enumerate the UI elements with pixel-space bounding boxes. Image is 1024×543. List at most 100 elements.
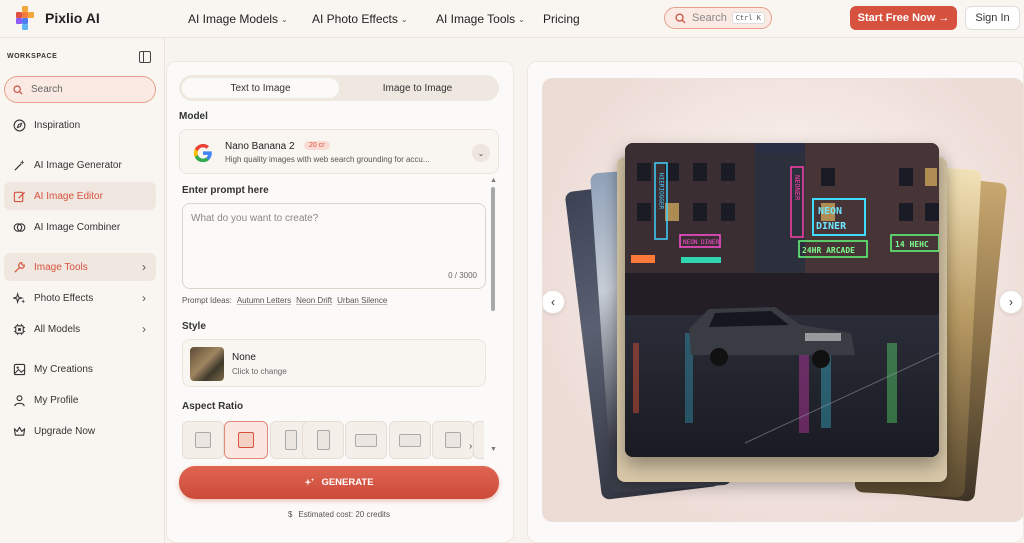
image-icon bbox=[12, 362, 26, 376]
prompt-placeholder: What do you want to create? bbox=[191, 213, 319, 224]
neon-sign: 14 HEHC bbox=[895, 240, 929, 249]
prompt-ideas-label: Prompt Ideas: bbox=[182, 296, 232, 305]
chip-icon bbox=[12, 322, 26, 336]
sidebar-item-label: My Profile bbox=[34, 394, 79, 406]
panel-scrollbar[interactable]: ▲ ▼ bbox=[490, 177, 497, 453]
sidebar-item-ai-image-combiner[interactable]: AI Image Combiner bbox=[4, 213, 156, 241]
svg-text:NEON: NEON bbox=[818, 206, 842, 217]
scroll-thumb[interactable] bbox=[491, 187, 495, 311]
prompt-textarea[interactable]: What do you want to create? 0 / 3000 bbox=[182, 203, 486, 289]
sidebar-item-label: All Models bbox=[34, 323, 81, 335]
style-selector[interactable]: None Click to change bbox=[182, 339, 486, 387]
estimated-cost: $ Estimated cost: 20 credits bbox=[179, 510, 499, 519]
generate-button[interactable]: GENERATE bbox=[179, 466, 499, 499]
style-thumbnail bbox=[190, 347, 224, 381]
svg-text:NEON DINER: NEON DINER bbox=[683, 239, 720, 246]
brand-logo[interactable]: Pixlio AI bbox=[16, 6, 100, 30]
workspace-label: WORKSPACE bbox=[7, 53, 58, 60]
sidebar-item-label: My Creations bbox=[34, 363, 93, 375]
character-count: 0 / 3000 bbox=[448, 271, 477, 280]
nav-ai-photo-effects[interactable]: AI Photo Effects ⌄ bbox=[312, 12, 408, 26]
credit-badge: 20 cr bbox=[304, 141, 330, 150]
search-icon bbox=[13, 84, 23, 95]
carousel-prev-button[interactable]: ‹ bbox=[543, 290, 565, 314]
chevron-right-icon: › bbox=[142, 260, 146, 274]
search-placeholder: Search bbox=[692, 12, 727, 24]
sparkle-icon bbox=[12, 291, 26, 305]
sidebar-item-ai-image-editor[interactable]: AI Image Editor bbox=[4, 182, 156, 210]
chevron-down-icon[interactable]: ⌄ bbox=[472, 144, 490, 162]
aspect-option[interactable] bbox=[302, 421, 344, 459]
sidebar-item-ai-image-generator[interactable]: AI Image Generator bbox=[4, 151, 156, 179]
search-shortcut: Ctrl K bbox=[731, 12, 765, 24]
sidebar-item-label: AI Image Editor bbox=[34, 190, 103, 202]
top-search-input[interactable]: Search Ctrl K bbox=[664, 7, 772, 29]
carousel-next-button[interactable]: › bbox=[999, 290, 1023, 314]
prompt-label: Enter prompt here bbox=[182, 185, 269, 196]
svg-text:DINER: DINER bbox=[816, 221, 847, 232]
nav-label: Pricing bbox=[543, 12, 580, 26]
user-icon bbox=[12, 393, 26, 407]
sidebar-item-my-creations[interactable]: My Creations bbox=[4, 355, 156, 383]
prompt-idea-chip[interactable]: Neon Drift bbox=[296, 296, 332, 305]
combine-icon bbox=[12, 220, 26, 234]
aspect-option[interactable] bbox=[389, 421, 431, 459]
model-description: High quality images with web search grou… bbox=[225, 155, 430, 164]
aspect-option[interactable] bbox=[345, 421, 387, 459]
model-selector[interactable]: Nano Banana 2 20 cr High quality images … bbox=[179, 129, 499, 174]
chevron-right-icon: › bbox=[142, 322, 146, 336]
aspect-option[interactable] bbox=[473, 421, 484, 459]
style-hint: Click to change bbox=[232, 367, 287, 376]
chevron-right-icon[interactable]: › bbox=[469, 441, 472, 452]
chevron-down-icon: ⌄ bbox=[518, 14, 525, 24]
aspect-option[interactable] bbox=[182, 421, 224, 459]
tab-text-to-image[interactable]: Text to Image bbox=[182, 78, 339, 98]
scroll-up-icon[interactable]: ▲ bbox=[490, 177, 497, 184]
style-name: None bbox=[232, 352, 256, 363]
prompt-ideas: Prompt Ideas: Autumn Letters Neon Drift … bbox=[182, 296, 387, 305]
nav-ai-image-tools[interactable]: AI Image Tools ⌄ bbox=[436, 12, 525, 26]
nav-pricing[interactable]: Pricing bbox=[543, 12, 580, 26]
aspect-option-selected[interactable] bbox=[224, 421, 268, 459]
sidebar-item-my-profile[interactable]: My Profile bbox=[4, 386, 156, 414]
sidebar-item-upgrade-now[interactable]: Upgrade Now bbox=[4, 417, 156, 445]
sidebar: WORKSPACE Search Inspiration AI Image Ge… bbox=[0, 38, 165, 543]
sidebar-item-image-tools[interactable]: Image Tools › bbox=[4, 253, 156, 281]
compass-icon bbox=[12, 118, 26, 132]
chevron-left-icon: ‹ bbox=[551, 295, 555, 309]
start-free-button[interactable]: Start Free Now → bbox=[850, 6, 957, 30]
tab-image-to-image[interactable]: Image to Image bbox=[339, 78, 496, 98]
aspect-ratio-options bbox=[182, 420, 484, 460]
cost-label: Estimated cost: 20 credits bbox=[298, 510, 391, 519]
nav-label: AI Photo Effects bbox=[312, 12, 398, 26]
top-navigation-bar: Pixlio AI AI Image Models ⌄ AI Photo Eff… bbox=[0, 0, 1024, 38]
prompt-idea-chip[interactable]: Urban Silence bbox=[337, 296, 387, 305]
showcase-card-main[interactable]: HIERIOGGER NEON DINER NEONER NEON DINER … bbox=[625, 143, 939, 457]
prompt-idea-chip[interactable]: Autumn Letters bbox=[237, 296, 291, 305]
sidebar-item-label: Photo Effects bbox=[34, 292, 94, 304]
model-name: Nano Banana 2 bbox=[225, 141, 295, 152]
scroll-down-icon[interactable]: ▼ bbox=[490, 446, 497, 453]
sidebar-search-input[interactable]: Search bbox=[4, 76, 156, 103]
aspect-option[interactable] bbox=[432, 421, 474, 459]
crown-icon bbox=[12, 424, 26, 438]
edit-icon bbox=[12, 189, 26, 203]
collapse-sidebar-icon[interactable] bbox=[139, 51, 151, 63]
magic-wand-icon bbox=[12, 158, 26, 172]
nav-ai-image-models[interactable]: AI Image Models ⌄ bbox=[188, 12, 288, 26]
sidebar-item-inspiration[interactable]: Inspiration bbox=[4, 111, 156, 139]
wrench-icon bbox=[12, 260, 26, 274]
style-label: Style bbox=[182, 321, 206, 332]
search-icon bbox=[675, 12, 686, 24]
preview-showcase: HIERIOGGER NEON DINER NEONER NEON DINER … bbox=[542, 78, 1024, 522]
chevron-right-icon: › bbox=[142, 291, 146, 305]
sparkle-icon bbox=[304, 477, 315, 486]
sidebar-item-photo-effects[interactable]: Photo Effects › bbox=[4, 284, 156, 312]
sidebar-item-label: Image Tools bbox=[34, 261, 88, 273]
sidebar-item-all-models[interactable]: All Models › bbox=[4, 315, 156, 343]
sign-in-button[interactable]: Sign In bbox=[965, 6, 1020, 30]
sidebar-item-label: AI Image Generator bbox=[34, 159, 122, 171]
neon-sign: NEONER bbox=[793, 175, 801, 201]
sidebar-search-placeholder: Search bbox=[31, 84, 63, 95]
pixel-logo-icon bbox=[16, 6, 36, 30]
